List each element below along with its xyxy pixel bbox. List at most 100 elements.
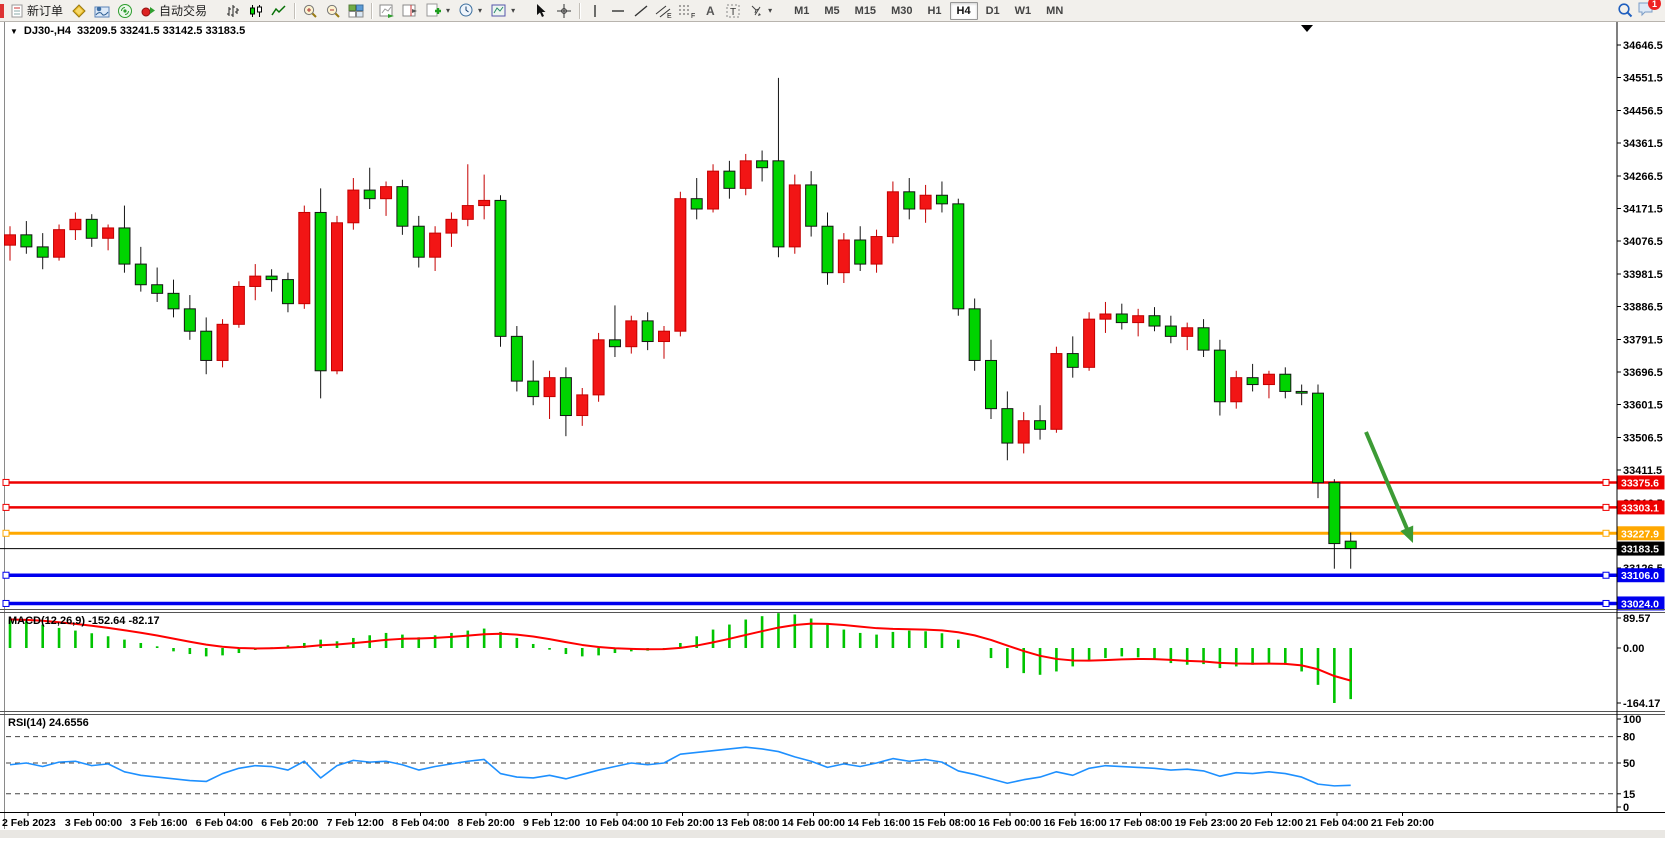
timeframe-h4[interactable]: H4 [950, 2, 978, 20]
svg-text:0: 0 [1623, 802, 1629, 814]
chevron-down-icon: ▾ [478, 6, 482, 15]
new-order-button[interactable]: 新订单 [7, 1, 67, 21]
toolbar-grip[interactable] [522, 3, 527, 18]
timeframe-m5[interactable]: M5 [817, 2, 846, 20]
zoom-out-icon[interactable] [322, 1, 344, 21]
equidistant-channel-icon[interactable]: E [653, 1, 675, 21]
bar-chart-icon[interactable] [222, 1, 244, 21]
auto-scroll-icon[interactable] [376, 1, 398, 21]
chevron-down-icon: ▾ [511, 6, 515, 15]
svg-text:16 Feb 16:00: 16 Feb 16:00 [1044, 817, 1107, 829]
text-tool-icon[interactable]: A [699, 1, 721, 21]
new-chart-dropdown[interactable]: ▾ [422, 1, 454, 21]
svg-text:34076.5: 34076.5 [1623, 236, 1663, 248]
horizontal-line-tool-icon[interactable] [607, 1, 629, 21]
svg-text:16 Feb 00:00: 16 Feb 00:00 [978, 817, 1041, 829]
svg-text:34646.5: 34646.5 [1623, 40, 1663, 52]
svg-text:89.57: 89.57 [1623, 613, 1651, 625]
vertical-line-tool-icon[interactable] [584, 1, 606, 21]
svg-text:34171.5: 34171.5 [1623, 203, 1663, 215]
line-chart-icon[interactable] [268, 1, 290, 21]
toolbar-separator [294, 3, 295, 19]
svg-text:E: E [667, 13, 672, 19]
svg-text:34266.5: 34266.5 [1623, 171, 1663, 183]
svg-text:34361.5: 34361.5 [1623, 138, 1663, 150]
svg-text:9 Feb 12:00: 9 Feb 12:00 [523, 817, 580, 829]
svg-text:21 Feb 04:00: 21 Feb 04:00 [1305, 817, 1368, 829]
svg-text:100: 100 [1623, 714, 1641, 726]
svg-text:15: 15 [1623, 789, 1635, 801]
svg-text:20 Feb 12:00: 20 Feb 12:00 [1240, 817, 1303, 829]
auto-trading-button[interactable]: 自动交易 [137, 1, 211, 21]
zoom-in-icon[interactable] [299, 1, 321, 21]
chart-symbol-period: DJ30-,H4 [24, 25, 71, 37]
notifications-chat-button[interactable]: 1 [1637, 1, 1655, 20]
svg-text:13 Feb 08:00: 13 Feb 08:00 [716, 817, 779, 829]
timeframe-h1[interactable]: H1 [920, 2, 948, 20]
svg-text:33506.5: 33506.5 [1623, 432, 1663, 444]
periods-dropdown[interactable]: ▾ [455, 1, 486, 21]
svg-text:33981.5: 33981.5 [1623, 269, 1663, 281]
timeframe-w1[interactable]: W1 [1008, 2, 1039, 20]
toolbar-grip[interactable] [779, 3, 784, 18]
svg-text:2 Feb 2023: 2 Feb 2023 [2, 817, 56, 829]
svg-text:34456.5: 34456.5 [1623, 105, 1663, 117]
svg-text:15 Feb 08:00: 15 Feb 08:00 [913, 817, 976, 829]
svg-text:33106.0: 33106.0 [1621, 570, 1659, 582]
timeframe-m1[interactable]: M1 [787, 2, 816, 20]
svg-text:10 Feb 04:00: 10 Feb 04:00 [586, 817, 649, 829]
auto-trading-label: 自动交易 [159, 2, 207, 19]
main-toolbar: 新订单 自动交易 ▾ ▾ ▾ [0, 0, 1665, 22]
chart-shift-icon[interactable] [399, 1, 421, 21]
svg-text:14 Feb 00:00: 14 Feb 00:00 [782, 817, 845, 829]
clipped-icon [0, 4, 4, 18]
tile-windows-icon[interactable] [345, 1, 367, 21]
gold-tag-icon[interactable] [68, 1, 90, 21]
chart-area[interactable]: 34646.5 34551.5 34456.5 34361.5 34266.5 34171… [0, 0, 1665, 838]
svg-text:34551.5: 34551.5 [1623, 73, 1663, 85]
svg-text:3 Feb 16:00: 3 Feb 16:00 [130, 817, 187, 829]
svg-text:33183.5: 33183.5 [1621, 544, 1659, 556]
candlestick-chart-icon[interactable] [245, 1, 267, 21]
timeframe-mn[interactable]: MN [1039, 2, 1070, 20]
signals-icon[interactable] [114, 1, 136, 21]
svg-text:33303.1: 33303.1 [1621, 502, 1659, 514]
crosshair-icon[interactable] [553, 1, 575, 21]
trendline-tool-icon[interactable] [630, 1, 652, 21]
timeframe-m30[interactable]: M30 [884, 2, 919, 20]
svg-text:-164.17: -164.17 [1623, 698, 1660, 710]
svg-text:10 Feb 20:00: 10 Feb 20:00 [651, 817, 714, 829]
text-label-tool-icon[interactable]: T [722, 1, 744, 21]
new-order-label: 新订单 [27, 2, 63, 19]
new-order-icon [11, 4, 24, 18]
svg-text:33696.5: 33696.5 [1623, 367, 1663, 379]
rsi-indicator-label: RSI(14) 24.6556 [8, 717, 89, 729]
chart-title: ▼ DJ30-,H4 33209.5 33241.5 33142.5 33183… [10, 25, 245, 37]
svg-text:21 Feb 20:00: 21 Feb 20:00 [1371, 817, 1434, 829]
auto-trading-icon [141, 4, 156, 18]
search-icon[interactable] [1614, 1, 1636, 21]
fibonacci-tool-icon[interactable]: F [676, 1, 698, 21]
svg-text:14 Feb 16:00: 14 Feb 16:00 [847, 817, 910, 829]
templates-dropdown[interactable]: ▾ [487, 1, 519, 21]
toolbar-grip[interactable] [214, 3, 219, 18]
timeframe-d1[interactable]: D1 [979, 2, 1007, 20]
svg-text:33601.5: 33601.5 [1623, 400, 1663, 412]
chart-dropdown-caret[interactable]: ▼ [10, 27, 18, 36]
strategy-tester-icon[interactable] [91, 1, 113, 21]
svg-text:T: T [730, 7, 736, 18]
svg-text:7 Feb 12:00: 7 Feb 12:00 [327, 817, 384, 829]
cursor-icon[interactable] [530, 1, 552, 21]
svg-text:6 Feb 20:00: 6 Feb 20:00 [261, 817, 318, 829]
arrows-tool-dropdown[interactable]: ▾ [745, 1, 776, 21]
price-chart[interactable]: 34646.5 34551.5 34456.5 34361.5 34266.5 34171… [0, 0, 1665, 838]
chevron-down-icon: ▾ [446, 6, 450, 15]
timeframe-m15[interactable]: M15 [848, 2, 883, 20]
svg-text:8 Feb 20:00: 8 Feb 20:00 [458, 817, 515, 829]
svg-text:33227.9: 33227.9 [1621, 528, 1659, 540]
svg-text:8 Feb 04:00: 8 Feb 04:00 [392, 817, 449, 829]
svg-text:33886.5: 33886.5 [1623, 302, 1663, 314]
svg-text:33375.6: 33375.6 [1621, 477, 1659, 489]
toolbar-separator [579, 3, 580, 19]
svg-text:80: 80 [1623, 732, 1635, 744]
